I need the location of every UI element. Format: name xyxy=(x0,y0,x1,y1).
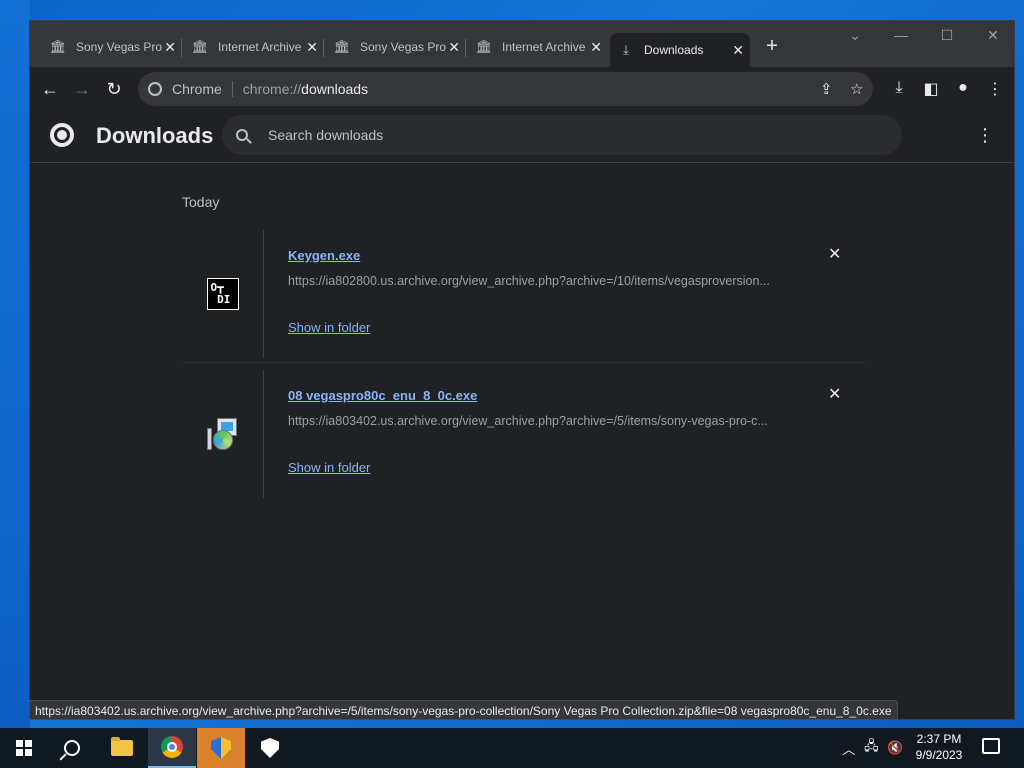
defender-shield-icon xyxy=(261,738,279,758)
search-icon xyxy=(236,129,248,141)
tab-sony-vegas-2[interactable]: 🏛 Sony Vegas Pro ✕ xyxy=(326,33,466,61)
tab-title: Internet Archive xyxy=(218,40,302,54)
file-icon-cell xyxy=(182,370,264,498)
omnibox-separator xyxy=(231,81,233,97)
search-placeholder: Search downloads xyxy=(268,127,384,143)
download-item: 08 vegaspro80c_enu_8_0c.exe https://ia80… xyxy=(182,370,866,498)
volume-muted-icon[interactable]: 🔇 xyxy=(887,740,903,756)
url-path: downloads xyxy=(301,81,369,97)
download-source-url[interactable]: https://ia803402.us.archive.org/view_arc… xyxy=(288,414,808,428)
download-filename-link[interactable]: 08 vegaspro80c_enu_8_0c.exe xyxy=(288,388,477,403)
chrome-taskbar-button[interactable] xyxy=(148,728,196,768)
folder-icon xyxy=(111,737,133,756)
action-center-icon[interactable] xyxy=(982,738,1000,754)
tab-close-icon[interactable]: ✕ xyxy=(590,39,602,56)
tab-sony-vegas-1[interactable]: 🏛 Sony Vegas Pro ✕ xyxy=(42,33,182,61)
archive-icon: 🏛 xyxy=(49,39,67,54)
link-status-bubble: https://ia803402.us.archive.org/view_arc… xyxy=(29,700,898,720)
clock-time: 2:37 PM xyxy=(916,732,962,746)
tab-close-icon[interactable]: ✕ xyxy=(306,39,318,56)
remove-download-icon[interactable]: ✕ xyxy=(828,244,841,264)
search-icon xyxy=(64,740,80,756)
taskbar-search-button[interactable] xyxy=(48,728,96,768)
downloads-list: Today O┳ DI Keygen.exe https://ia802800.… xyxy=(30,164,1014,704)
archive-icon: 🏛 xyxy=(191,39,209,54)
archive-icon: 🏛 xyxy=(475,39,493,54)
tab-downloads[interactable]: ⤓ Downloads ✕ xyxy=(610,33,750,67)
close-window-button[interactable]: ✕ xyxy=(978,27,1008,44)
chrome-window: 🏛 Sony Vegas Pro ✕ 🏛 Internet Archive ✕ … xyxy=(29,20,1015,720)
search-downloads-input[interactable]: Search downloads xyxy=(222,115,902,155)
page-title: Downloads xyxy=(96,123,214,148)
tab-close-icon[interactable]: ✕ xyxy=(732,42,744,59)
show-in-folder-link[interactable]: Show in folder xyxy=(288,320,370,335)
tab-strip: 🏛 Sony Vegas Pro ✕ 🏛 Internet Archive ✕ … xyxy=(30,21,1014,67)
windows-logo-icon xyxy=(16,740,32,756)
side-panel-icon[interactable]: ◧ xyxy=(920,79,942,99)
new-tab-button[interactable]: + xyxy=(760,35,784,58)
chrome-logo-icon xyxy=(50,123,74,147)
archive-icon: 🏛 xyxy=(333,39,351,54)
clock-date: 9/9/2023 xyxy=(915,748,963,762)
tab-close-icon[interactable]: ✕ xyxy=(164,39,176,56)
chrome-icon xyxy=(161,736,183,758)
tab-separator xyxy=(181,39,182,57)
browser-toolbar: ← → ↻ Chrome chrome:// downloads ⇪ ☆ ⤓ ◧… xyxy=(30,67,1014,111)
uac-prompt-button[interactable] xyxy=(197,728,245,768)
tab-internet-archive-1[interactable]: 🏛 Internet Archive ✕ xyxy=(184,33,324,61)
divider xyxy=(182,362,866,363)
tab-close-icon[interactable]: ✕ xyxy=(448,39,460,56)
show-hidden-icons-icon[interactable]: ︿ xyxy=(842,739,855,758)
download-source-url[interactable]: https://ia802800.us.archive.org/view_arc… xyxy=(288,274,808,288)
site-label: Chrome xyxy=(172,81,222,97)
chrome-site-icon xyxy=(148,82,162,96)
download-item: O┳ DI Keygen.exe https://ia802800.us.arc… xyxy=(182,230,866,358)
date-group-label: Today xyxy=(182,194,220,210)
maximize-button[interactable]: ☐ xyxy=(932,27,962,44)
tab-title: Internet Archive xyxy=(502,40,586,54)
installer-icon xyxy=(206,418,239,450)
file-icon-cell: O┳ DI xyxy=(182,230,264,358)
system-tray: ︿ 🖧 🔇 xyxy=(838,728,908,768)
forward-button[interactable]: → xyxy=(68,75,96,103)
more-actions-icon[interactable]: ⋮ xyxy=(976,125,994,146)
downloads-icon[interactable]: ⤓ xyxy=(888,79,910,97)
file-explorer-button[interactable] xyxy=(98,728,146,768)
show-in-folder-link[interactable]: Show in folder xyxy=(288,460,370,475)
tab-separator xyxy=(323,39,324,57)
tab-title: Sony Vegas Pro xyxy=(76,40,163,54)
security-app-button[interactable] xyxy=(246,728,294,768)
menu-icon[interactable]: ⋮ xyxy=(984,79,1006,99)
keygen-icon: O┳ DI xyxy=(206,278,239,310)
start-button[interactable] xyxy=(0,728,48,768)
tab-internet-archive-2[interactable]: 🏛 Internet Archive ✕ xyxy=(468,33,608,61)
network-icon[interactable]: 🖧 xyxy=(864,737,879,759)
reload-button[interactable]: ↻ xyxy=(100,75,128,103)
minimize-button[interactable]: — xyxy=(886,27,916,43)
site-info[interactable]: Chrome xyxy=(148,81,222,97)
desktop-background xyxy=(0,0,30,728)
url-scheme: chrome:// xyxy=(242,81,302,97)
tab-title: Sony Vegas Pro xyxy=(360,40,447,54)
uac-shield-icon xyxy=(211,737,231,759)
address-bar[interactable]: Chrome chrome:// downloads ⇪ ☆ xyxy=(138,72,873,106)
tab-separator xyxy=(465,39,466,57)
taskbar: ︿ 🖧 🔇 2:37 PM 9/9/2023 xyxy=(0,728,1024,768)
share-icon[interactable]: ⇪ xyxy=(820,80,833,98)
remove-download-icon[interactable]: ✕ xyxy=(828,384,841,404)
downloads-header: Downloads Search downloads ⋮ xyxy=(30,111,1014,163)
tab-search-icon[interactable]: ⌄ xyxy=(840,27,870,44)
tab-title: Downloads xyxy=(644,43,704,57)
profile-icon[interactable]: ● xyxy=(952,79,974,97)
taskbar-clock[interactable]: 2:37 PM 9/9/2023 xyxy=(912,731,966,763)
download-icon: ⤓ xyxy=(623,42,629,57)
back-button[interactable]: ← xyxy=(36,75,64,103)
download-filename-link[interactable]: Keygen.exe xyxy=(288,248,360,263)
bookmark-star-icon[interactable]: ☆ xyxy=(850,80,863,98)
